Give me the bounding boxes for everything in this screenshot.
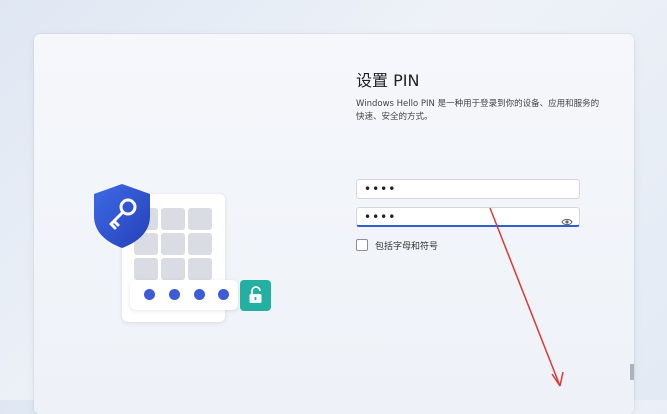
page-description: Windows Hello PIN 是一种用于登录到你的设备、应用和服务的快速、… [356,99,600,122]
keypad-key [134,258,158,280]
pin-dot [218,289,229,300]
keypad-key [161,258,185,280]
new-pin-value: •••• [364,182,397,196]
pin-dot [169,289,180,300]
keypad-key [188,208,212,230]
pin-dots-bar [130,280,238,310]
include-letters-checkbox[interactable] [356,239,368,251]
eye-icon[interactable] [561,212,573,226]
shield-key-icon [90,182,154,250]
pin-illustration [90,182,280,324]
confirm-pin-input[interactable]: •••• [356,207,580,227]
new-pin-input[interactable]: •••• [356,179,580,199]
page-title: 设置 PIN [356,71,420,90]
keypad-key [161,208,185,230]
include-letters-label: 包括字母和符号 [375,242,439,252]
keypad-key [161,233,185,255]
keypad-key [188,258,212,280]
scroll-indicator [630,364,634,380]
unlock-icon [240,280,271,311]
confirm-pin-value: •••• [364,210,397,224]
pin-dot [144,289,155,300]
pin-dot [194,289,205,300]
keypad-key [188,233,212,255]
